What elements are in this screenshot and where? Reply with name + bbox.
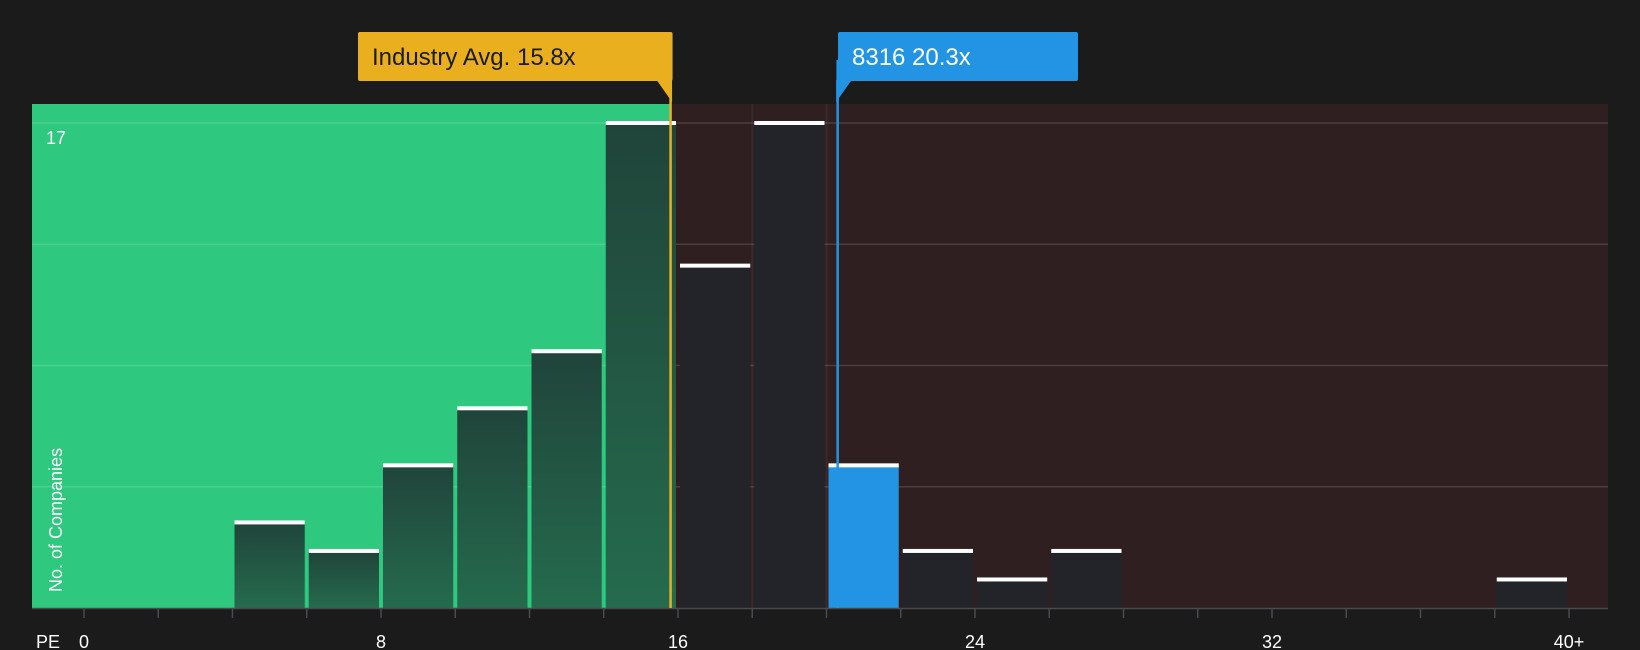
bar-cap — [308, 548, 379, 553]
y-axis-label: No. of Companies — [46, 448, 66, 592]
histogram-bar — [902, 550, 973, 608]
bar-cap — [902, 548, 973, 553]
company-bar — [828, 465, 899, 608]
histogram-bar — [1051, 550, 1122, 608]
company-pe-label: 8316 20.3x — [852, 44, 971, 71]
bar-cap — [977, 577, 1048, 582]
bar-cap — [1051, 548, 1122, 553]
chart-svg: 0 8 16 24 32 40+ Industry Avg. 15.8x 8316 20.3… — [32, 32, 1608, 650]
y-max-label: 17 — [46, 128, 66, 148]
histogram-bar — [977, 579, 1048, 608]
bar-cap — [754, 120, 825, 125]
x-tick-label: 40+ — [1554, 632, 1585, 650]
histogram-bar — [1496, 579, 1567, 608]
bar-cap — [828, 463, 899, 468]
histogram-bar — [308, 550, 379, 608]
pe-histogram-chart: 0 8 16 24 32 40+ Industry Avg. 15.8x 8316 20.3… — [0, 0, 1640, 650]
bar-cap — [680, 263, 751, 268]
bar-cap — [1496, 577, 1567, 582]
histogram-bar — [383, 465, 454, 608]
histogram-bar — [234, 522, 305, 608]
bar-cap — [531, 349, 602, 354]
bar-cap — [605, 120, 676, 125]
x-axis-label: PE — [36, 632, 60, 650]
histogram-bar — [531, 351, 602, 608]
x-tick-label: 0 — [79, 632, 89, 650]
histogram-bar — [605, 122, 676, 609]
bar-cap — [457, 406, 528, 411]
x-tick-label: 8 — [376, 632, 386, 650]
x-axis: 0 8 16 24 32 40+ — [32, 607, 1608, 650]
histogram-bar — [457, 408, 528, 608]
x-tick-label: 24 — [965, 632, 985, 650]
histogram-bar — [754, 122, 825, 609]
bar-cap — [383, 463, 454, 468]
bar-cap — [234, 520, 305, 525]
histogram-bar — [680, 265, 751, 608]
industry-avg-label: Industry Avg. 15.8x — [372, 44, 576, 71]
x-tick-label: 16 — [668, 632, 688, 650]
x-tick-label: 32 — [1262, 632, 1282, 650]
